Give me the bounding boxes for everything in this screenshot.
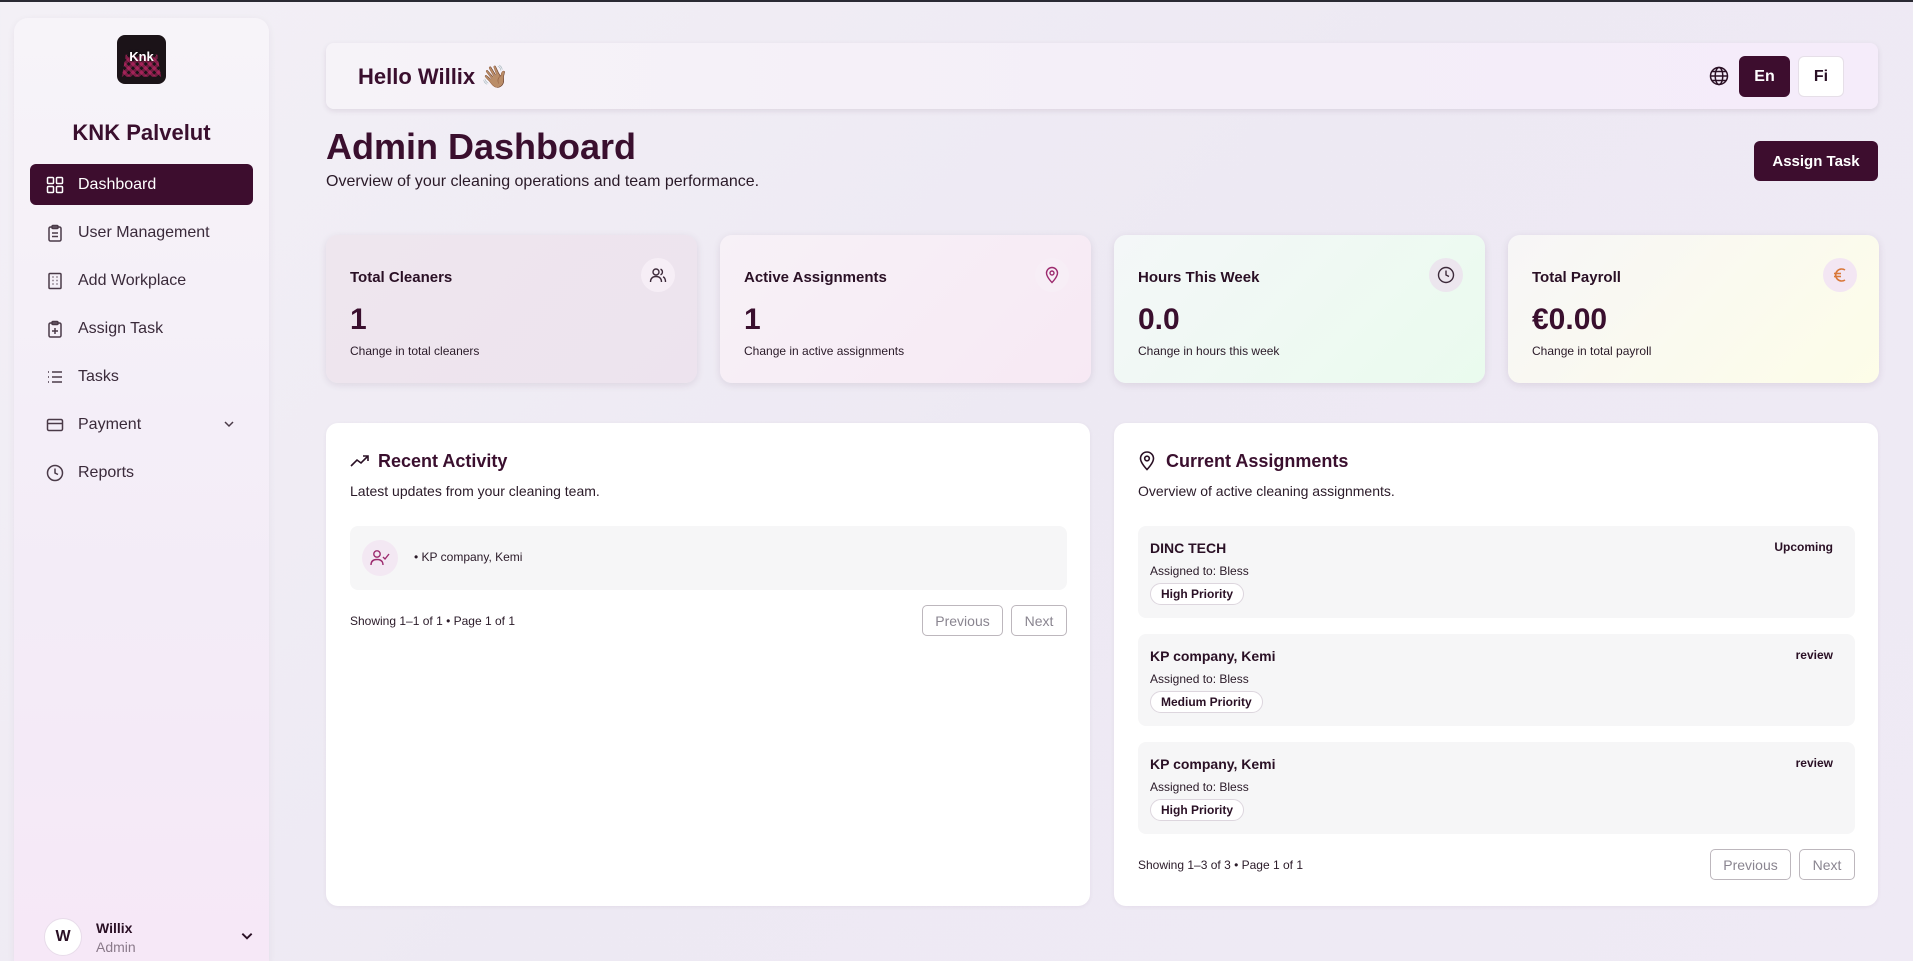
current-assignments-panel: Current Assignments Overview of active c…	[1114, 423, 1878, 906]
next-button[interactable]: Next	[1799, 849, 1855, 880]
chevron-down-icon[interactable]	[240, 929, 254, 948]
trending-up-icon	[350, 453, 370, 474]
stat-value: €0.00	[1532, 303, 1608, 336]
greeting: Hello Willix 👋🏽	[358, 64, 509, 89]
top-bar: Hello Willix 👋🏽 En Fi	[326, 43, 1878, 109]
panel-subtitle: Overview of active cleaning assignments.	[1138, 483, 1395, 499]
stat-card-active-assignments: Active Assignments 1 Change in active as…	[720, 235, 1091, 383]
assignment-name: KP company, Kemi	[1150, 756, 1276, 772]
panel-title: Recent Activity	[378, 451, 508, 471]
stat-label: Active Assignments	[744, 269, 887, 286]
brand-name: KNK Palvelut	[72, 120, 211, 145]
assign-task-button[interactable]: Assign Task	[1754, 141, 1878, 181]
credit-card-icon	[46, 416, 64, 434]
list-item[interactable]: KP company, Kemi Assigned to: Bless High…	[1138, 742, 1855, 834]
panel-title: Current Assignments	[1166, 451, 1349, 471]
dashboard-icon	[46, 176, 64, 194]
sidebar-item-tasks[interactable]: Tasks	[30, 356, 253, 397]
user-menu[interactable]: W Willix Admin	[44, 915, 254, 959]
previous-button[interactable]: Previous	[1710, 849, 1791, 880]
clipboard-plus-icon	[46, 320, 64, 338]
activity-text: • KP company, Kemi	[414, 550, 523, 564]
stat-value: 1	[350, 303, 367, 336]
page-title: Admin Dashboard	[326, 126, 637, 167]
priority-badge: Medium Priority	[1150, 691, 1263, 713]
list-icon	[46, 368, 64, 386]
sidebar-item-label: Payment	[78, 415, 142, 433]
sidebar-item-assign-task[interactable]: Assign Task	[30, 308, 253, 349]
stat-change: Change in hours this week	[1138, 344, 1280, 358]
user-name: Willix	[96, 919, 133, 936]
language-en-button[interactable]: En	[1739, 56, 1790, 97]
sidebar-nav: Dashboard User Management Add Workplace …	[30, 164, 253, 500]
stat-card-total-payroll: Total Payroll €0.00 Change in total payr…	[1508, 235, 1879, 383]
stat-value: 0.0	[1138, 303, 1180, 336]
assignment-assignee: Assigned to: Bless	[1150, 564, 1249, 578]
stat-label: Hours This Week	[1138, 269, 1260, 286]
euro-icon	[1823, 258, 1857, 292]
priority-badge: High Priority	[1150, 799, 1245, 821]
sidebar-item-label: Add Workplace	[78, 271, 187, 289]
stat-label: Total Cleaners	[350, 269, 453, 286]
sidebar-item-label: Reports	[78, 463, 135, 481]
stat-label: Total Payroll	[1532, 269, 1621, 286]
next-button[interactable]: Next	[1011, 605, 1067, 636]
priority-badge: High Priority	[1150, 583, 1245, 605]
sidebar-item-add-workplace[interactable]: Add Workplace	[30, 260, 253, 301]
assignment-name: DINC TECH	[1150, 540, 1227, 556]
building-icon	[46, 272, 64, 290]
sidebar-item-label: User Management	[78, 223, 210, 241]
sidebar-item-label: Tasks	[78, 367, 119, 385]
stat-card-total-cleaners: Total Cleaners 1 Change in total cleaner…	[326, 235, 697, 383]
list-item: • KP company, Kemi	[350, 526, 1067, 590]
user-check-icon	[362, 540, 398, 576]
chevron-down-icon[interactable]	[223, 417, 235, 435]
list-item[interactable]: KP company, Kemi Assigned to: Bless Medi…	[1138, 634, 1855, 726]
assignment-name: KP company, Kemi	[1150, 648, 1276, 664]
map-pin-icon	[1035, 258, 1069, 292]
stat-change: Change in active assignments	[744, 344, 905, 358]
pagination-text: Showing 1–3 of 3 • Page 1 of 1	[1138, 858, 1303, 872]
status-badge: review	[1795, 648, 1833, 662]
recent-activity-panel: Recent Activity Latest updates from your…	[326, 423, 1090, 906]
avatar: W	[44, 918, 82, 956]
sidebar-item-payment[interactable]: Payment	[30, 404, 253, 445]
clipboard-icon	[46, 224, 64, 242]
pagination-text: Showing 1–1 of 1 • Page 1 of 1	[350, 614, 515, 628]
page-subtitle: Overview of your cleaning operations and…	[326, 173, 760, 190]
clock-icon	[1429, 258, 1463, 292]
sidebar-item-label: Dashboard	[78, 175, 157, 193]
users-icon	[641, 258, 675, 292]
stat-change: Change in total payroll	[1532, 344, 1652, 358]
stat-value: 1	[744, 303, 761, 336]
assignment-assignee: Assigned to: Bless	[1150, 672, 1249, 686]
stat-change: Change in total cleaners	[350, 344, 480, 358]
sidebar-item-label: Assign Task	[78, 319, 164, 337]
sidebar-item-reports[interactable]: Reports	[30, 452, 253, 493]
language-fi-button[interactable]: Fi	[1798, 56, 1844, 97]
assignment-assignee: Assigned to: Bless	[1150, 780, 1249, 794]
map-pin-icon	[1138, 451, 1156, 476]
stat-card-hours-this-week: Hours This Week 0.0 Change in hours this…	[1114, 235, 1485, 383]
previous-button[interactable]: Previous	[922, 605, 1003, 636]
brand-logo: Knk	[117, 35, 166, 84]
list-item[interactable]: DINC TECH Assigned to: Bless High Priori…	[1138, 526, 1855, 618]
clock-icon	[46, 464, 64, 482]
user-role: Admin	[96, 938, 136, 955]
status-badge: review	[1795, 756, 1833, 770]
sidebar-item-dashboard[interactable]: Dashboard	[30, 164, 253, 205]
panel-subtitle: Latest updates from your cleaning team.	[350, 483, 600, 499]
globe-icon[interactable]	[1709, 66, 1729, 91]
sidebar-item-user-management[interactable]: User Management	[30, 212, 253, 253]
sidebar: Knk KNK Palvelut Dashboard User Manageme…	[14, 18, 269, 961]
status-badge: Upcoming	[1774, 540, 1833, 554]
